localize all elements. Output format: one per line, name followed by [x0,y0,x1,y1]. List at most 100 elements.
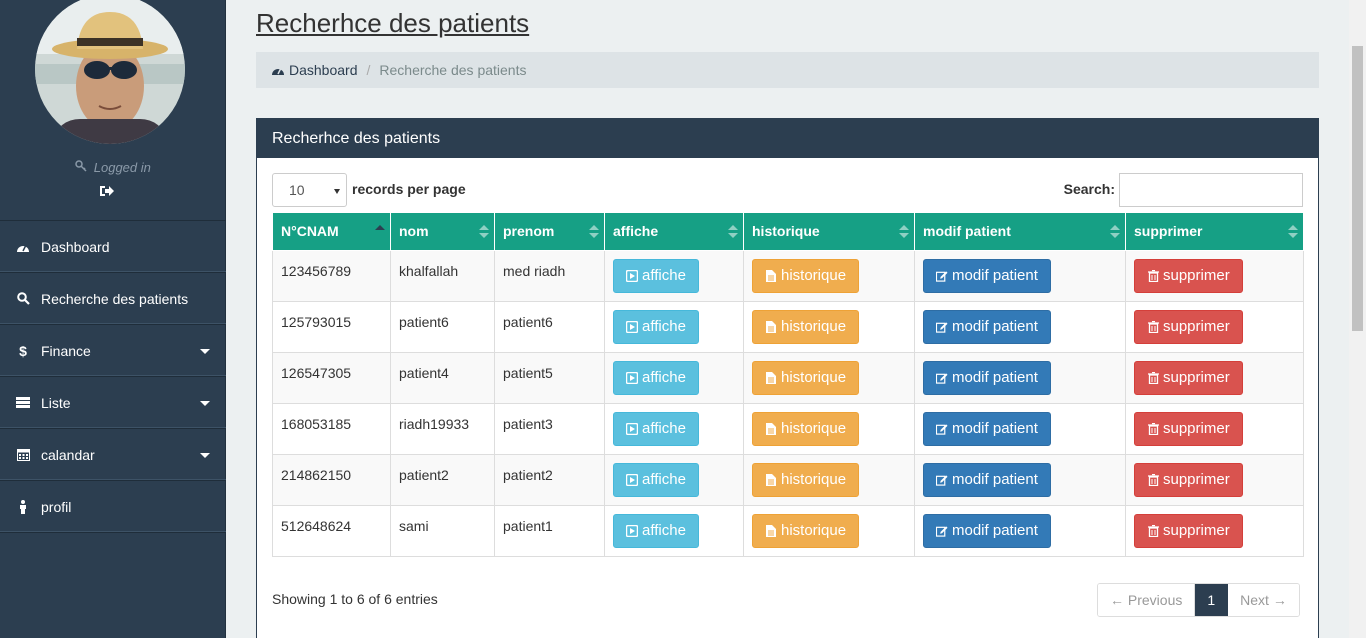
cell-modif: modif patient [914,300,1126,353]
breadcrumb-home-link[interactable]: Dashboard [271,62,358,78]
affiche-button-label: affiche [642,471,686,488]
cell-cnam: 126547305 [272,351,391,404]
cell-prenom: med riadh [494,249,605,302]
historique-button[interactable]: historique [752,360,860,395]
cell-nom: patient4 [390,351,495,404]
page-1-button[interactable]: 1 [1195,584,1229,616]
cell-historique: historique [743,453,915,506]
modif-patient-button-label: modif patient [952,318,1038,335]
avatar[interactable] [35,0,185,144]
cell-modif: modif patient [914,249,1126,302]
sidebar-item-calandar[interactable]: calandar [0,429,226,481]
search-icon [15,291,31,307]
cell-prenom: patient1 [494,504,605,557]
records-per-page-select[interactable]: 10 [272,173,347,207]
sort-icon [479,225,489,239]
edit-icon [936,525,948,537]
cell-prenom: patient5 [494,351,605,404]
cell-affiche: affiche [604,402,744,455]
scrollbar-thumb[interactable] [1352,46,1363,331]
modif-patient-button[interactable]: modif patient [923,462,1051,497]
sidebar-nav: Dashboard Recherche des patients $ Finan… [0,220,226,533]
modif-patient-button[interactable]: modif patient [923,513,1051,548]
affiche-button[interactable]: affiche [613,513,699,548]
column-header-prenom[interactable]: prenom [494,213,605,251]
caret-down-icon [200,401,210,406]
file-text-icon [765,473,777,486]
modif-patient-button[interactable]: modif patient [923,411,1051,446]
affiche-button-label: affiche [642,318,686,335]
column-header-supprimer[interactable]: supprimer [1125,213,1304,251]
cell-affiche: affiche [604,351,744,404]
column-header-cnam[interactable]: N°CNAM [272,213,391,251]
historique-button[interactable]: historique [752,411,860,446]
supprimer-button[interactable]: supprimer [1134,258,1243,293]
cell-supprimer: supprimer [1125,504,1304,557]
historique-button[interactable]: historique [752,258,860,293]
affiche-button[interactable]: affiche [613,411,699,446]
supprimer-button[interactable]: supprimer [1134,309,1243,344]
modif-patient-button[interactable]: modif patient [923,309,1051,344]
search-input[interactable] [1119,173,1303,207]
modif-patient-button-label: modif patient [952,267,1038,284]
page-scrollbar[interactable] [1349,0,1366,638]
cell-modif: modif patient [914,504,1126,557]
cell-nom: patient6 [390,300,495,353]
affiche-button[interactable]: affiche [613,309,699,344]
breadcrumb: Dashboard / Recherche des patients [256,52,1319,88]
supprimer-button[interactable]: supprimer [1134,462,1243,497]
cell-cnam: 125793015 [272,300,391,353]
cell-supprimer: supprimer [1125,249,1304,302]
column-header-nom[interactable]: nom [390,213,495,251]
historique-button[interactable]: historique [752,309,860,344]
column-header-modif-patient[interactable]: modif patient [914,213,1126,251]
caret-down-icon [200,349,210,354]
sort-icon [1288,225,1298,239]
sidebar-item-finance[interactable]: $ Finance [0,325,226,377]
supprimer-button[interactable]: supprimer [1134,513,1243,548]
column-header-historique[interactable]: historique [743,213,915,251]
cell-prenom: patient6 [494,300,605,353]
modif-patient-button[interactable]: modif patient [923,258,1051,293]
logged-in-label: Logged in [93,160,151,175]
sidebar: Logged in Dashboard Recherche des patien… [0,0,226,638]
panel-title: Recherhce des patients [257,119,1318,158]
column-label: prenom [503,223,555,240]
sidebar-item-label: Dashboard [41,238,110,255]
column-label: historique [752,223,820,240]
affiche-button[interactable]: affiche [613,360,699,395]
table-info: Showing 1 to 6 of 6 entries [272,591,438,607]
affiche-button-label: affiche [642,420,686,437]
supprimer-button[interactable]: supprimer [1134,411,1243,446]
modif-patient-button[interactable]: modif patient [923,360,1051,395]
logout-icon[interactable] [98,182,116,200]
search-label: Search: [1063,181,1115,197]
file-text-icon [765,524,777,537]
sidebar-item-liste[interactable]: Liste [0,377,226,429]
breadcrumb-current: Recherche des patients [379,62,527,78]
file-text-icon [765,371,777,384]
cell-historique: historique [743,402,915,455]
table-row: 168053185 riadh19933 patient3 affiche hi… [272,402,1304,455]
table-row: 214862150 patient2 patient2 affiche hist… [272,453,1304,506]
sidebar-item-recherche[interactable]: Recherche des patients [0,273,226,325]
column-label: nom [399,223,429,240]
cell-modif: modif patient [914,453,1126,506]
supprimer-button[interactable]: supprimer [1134,360,1243,395]
cell-nom: sami [390,504,495,557]
sidebar-item-dashboard[interactable]: Dashboard [0,221,226,273]
historique-button[interactable]: historique [752,462,860,497]
play-square-icon [626,422,638,435]
caret-down-icon [200,453,210,458]
cell-supprimer: supprimer [1125,453,1304,506]
historique-button[interactable]: historique [752,513,860,548]
sidebar-item-profil[interactable]: profil [0,481,226,533]
sidebar-item-label: profil [41,498,72,515]
pagination: ← Previous 1 Next → [1097,583,1300,617]
logged-in-status: Logged in [0,160,226,175]
previous-page-button[interactable]: ← Previous [1098,584,1196,616]
column-header-affiche[interactable]: affiche [604,213,744,251]
affiche-button[interactable]: affiche [613,462,699,497]
next-page-button[interactable]: Next → [1228,584,1299,616]
affiche-button[interactable]: affiche [613,258,699,293]
